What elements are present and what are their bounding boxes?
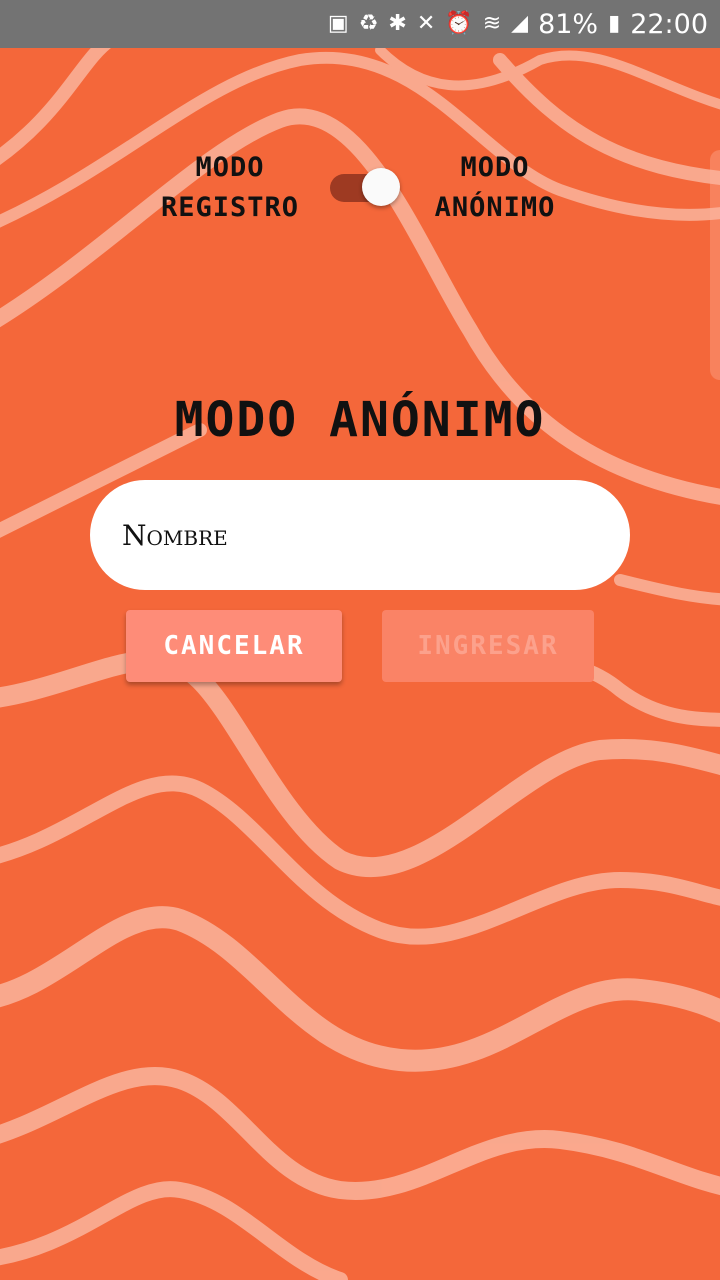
mode-registro-label: Modo Registro: [160, 152, 300, 223]
battery-saver-icon: ▣: [327, 11, 349, 36]
battery-charging-icon: ▮: [608, 11, 621, 36]
switch-thumb: [362, 168, 400, 206]
page-title: Modo Anónimo: [174, 392, 546, 448]
cancel-button[interactable]: Cancelar: [126, 610, 342, 682]
mode-toggle-row: Modo Registro Modo Anónimo: [0, 148, 720, 228]
mode-switch[interactable]: [330, 168, 400, 206]
status-bar: ▣ ♻ ✱ ✕ ⏰ ≋ ◢ 81% ▮ 22:00: [0, 0, 720, 48]
wifi-icon: ≋: [482, 11, 502, 36]
battery-percent: 81%: [538, 8, 599, 40]
signal-icon: ◢: [511, 11, 529, 36]
alarm-icon: ⏰: [445, 11, 473, 36]
recycle-icon: ♻: [358, 11, 379, 36]
clock: 22:00: [630, 8, 708, 40]
bluetooth-icon: ✱: [388, 11, 407, 36]
mute-icon: ✕: [416, 11, 436, 36]
name-input[interactable]: [90, 480, 630, 590]
mode-anonimo-label: Modo Anónimo: [434, 152, 556, 223]
enter-button[interactable]: Ingresar: [382, 610, 594, 682]
